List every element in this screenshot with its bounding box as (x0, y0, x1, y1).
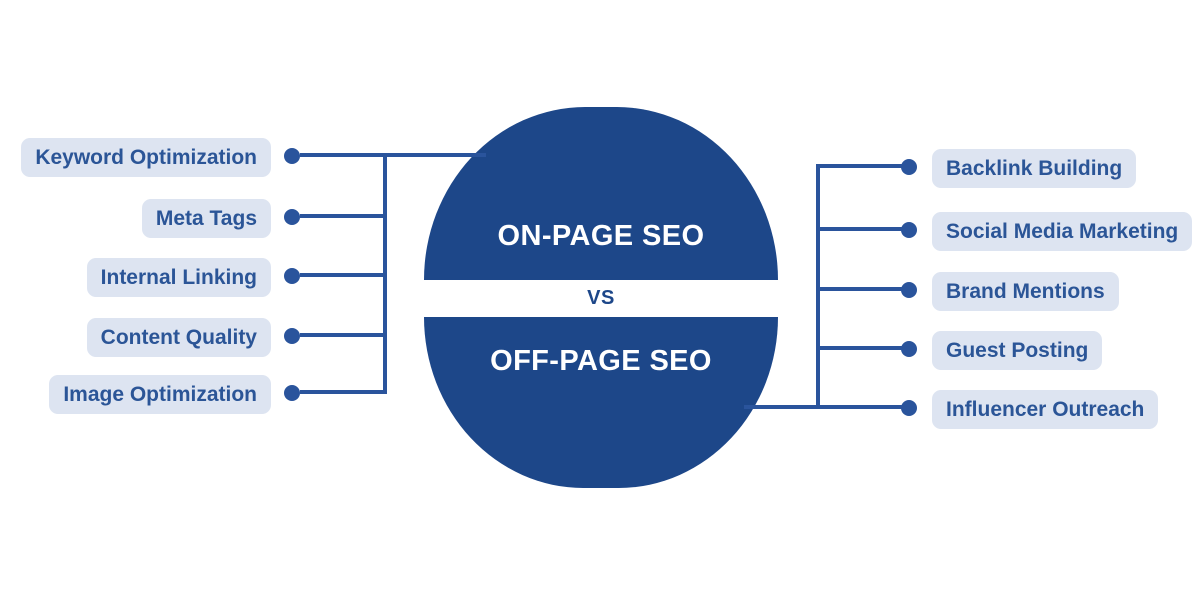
left-connector-line (300, 390, 387, 394)
on-page-seo-label: ON-PAGE SEO (497, 220, 705, 252)
right-label-pill-2[interactable]: Brand Mentions (932, 272, 1119, 311)
right-label-pill-4[interactable]: Influencer Outreach (932, 390, 1159, 429)
left-connector-line (300, 214, 387, 218)
left-label-pill-1[interactable]: Meta Tags (141, 199, 271, 238)
left-label-pill-4[interactable]: Image Optimization (49, 375, 271, 414)
left-label-pill-0[interactable]: Keyword Optimization (21, 138, 271, 177)
left-label-pill-2[interactable]: Internal Linking (86, 258, 271, 297)
center-circle-group: ON-PAGE SEO VS OFF-PAGE SEO (424, 107, 778, 488)
left-connector-line (300, 273, 387, 277)
left-label-pill-3[interactable]: Content Quality (86, 318, 271, 357)
right-connector-dot (901, 282, 917, 298)
right-connector-line (816, 164, 905, 168)
left-connector-line (300, 333, 387, 337)
right-connector-line (816, 346, 905, 350)
right-label-pill-0[interactable]: Backlink Building (932, 149, 1137, 188)
left-connector-dot (284, 209, 300, 225)
left-connector-dot (284, 268, 300, 284)
right-spine (816, 164, 820, 409)
left-connector-dot (284, 328, 300, 344)
left-spine (383, 153, 387, 394)
left-connector-dot (284, 148, 300, 164)
seo-comparison-diagram: ON-PAGE SEO VS OFF-PAGE SEO Keyword Opti… (0, 0, 1200, 600)
right-connector-line (816, 287, 905, 291)
left-connector-line (300, 153, 486, 157)
left-connector-dot (284, 385, 300, 401)
right-connector-dot (901, 222, 917, 238)
off-page-seo-label: OFF-PAGE SEO (490, 345, 712, 377)
right-connector-line (744, 405, 905, 409)
off-page-seo-hemisphere: OFF-PAGE SEO (424, 317, 778, 488)
right-connector-dot (901, 159, 917, 175)
right-connector-line (816, 227, 905, 231)
right-connector-dot (901, 341, 917, 357)
right-label-pill-3[interactable]: Guest Posting (932, 331, 1103, 370)
right-label-pill-1[interactable]: Social Media Marketing (932, 212, 1193, 251)
right-connector-dot (901, 400, 917, 416)
vs-divider: VS (424, 280, 778, 317)
vs-label: VS (587, 287, 615, 309)
on-page-seo-hemisphere: ON-PAGE SEO (424, 107, 778, 280)
